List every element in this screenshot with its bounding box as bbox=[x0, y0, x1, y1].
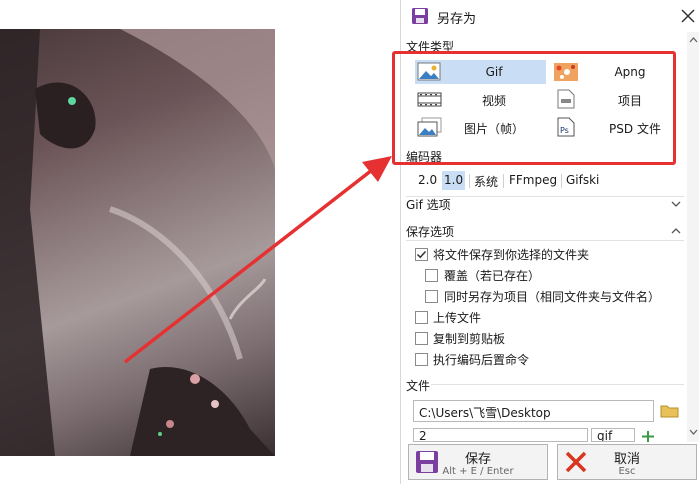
close-icon[interactable] bbox=[677, 5, 699, 27]
folder-icon[interactable] bbox=[660, 403, 680, 419]
post-encode-command-checkbox[interactable] bbox=[415, 353, 428, 366]
encoder-tab-2-0[interactable]: 2.0 bbox=[416, 171, 439, 190]
save-options-header[interactable]: 保存选项 bbox=[406, 223, 454, 240]
cancel-button-label: 取消 bbox=[613, 452, 640, 467]
save-to-folder-checkbox[interactable] bbox=[415, 248, 428, 261]
section-divider bbox=[431, 384, 684, 385]
save-button[interactable]: 保存 Alt + E / Enter bbox=[408, 444, 548, 480]
scroll-down-icon[interactable] bbox=[689, 428, 698, 436]
post-encode-command-label: 执行编码后置命令 bbox=[433, 353, 530, 367]
save-as-project-label: 同时另存为项目（相同文件夹与文件名） bbox=[444, 290, 661, 304]
overwrite-label: 覆盖（若已存在） bbox=[444, 269, 541, 283]
chevron-down-icon[interactable] bbox=[671, 200, 681, 208]
extension-select[interactable]: gif bbox=[591, 428, 635, 442]
upload-label: 上传文件 bbox=[433, 311, 482, 325]
encoder-separator bbox=[469, 174, 470, 188]
chevron-up-icon[interactable] bbox=[671, 227, 681, 235]
save-button-shortcut: Alt + E / Enter bbox=[442, 466, 514, 477]
encoder-separator bbox=[503, 174, 504, 188]
save-to-folder-label: 将文件保存到你选择的文件夹 bbox=[433, 248, 590, 262]
panel-title: 另存为 bbox=[437, 12, 477, 27]
section-divider bbox=[406, 240, 684, 241]
copy-clipboard-checkbox[interactable] bbox=[415, 332, 428, 345]
cancel-button-shortcut: Esc bbox=[618, 466, 636, 477]
annotation-highlight-box bbox=[392, 51, 676, 165]
canvas-area bbox=[0, 0, 400, 484]
scroll-up-icon[interactable] bbox=[689, 36, 698, 44]
cancel-button[interactable]: 取消 Esc bbox=[557, 444, 697, 480]
upload-checkbox[interactable] bbox=[415, 311, 428, 324]
copy-clipboard-label: 复制到剪贴板 bbox=[433, 332, 506, 346]
file-name-input[interactable]: 2 bbox=[413, 428, 588, 442]
encoder-tab-system[interactable]: 系统 bbox=[472, 171, 500, 190]
folder-path-input[interactable]: C:\Users\飞雪\Desktop bbox=[413, 400, 654, 422]
panel-scrollbar[interactable] bbox=[687, 32, 699, 442]
checkmark-icon bbox=[416, 250, 427, 259]
encoder-separator bbox=[561, 174, 562, 188]
gif-options-header[interactable]: Gif 选项 bbox=[406, 196, 451, 213]
save-as-project-checkbox[interactable] bbox=[425, 290, 438, 303]
encoder-tab-1-0[interactable]: 1.0 bbox=[442, 171, 466, 190]
file-header: 文件 bbox=[406, 379, 431, 393]
save-button-label: 保存 bbox=[464, 452, 491, 467]
save-disk-icon bbox=[412, 8, 428, 24]
encoder-tab-gifski[interactable]: Gifski bbox=[564, 171, 601, 190]
overwrite-checkbox[interactable] bbox=[425, 269, 438, 282]
frame-preview-image bbox=[0, 29, 275, 456]
add-icon[interactable] bbox=[641, 430, 655, 442]
panel-titlebar: 另存为 bbox=[401, 0, 699, 32]
encoder-tab-ffmpeg[interactable]: FFmpeg bbox=[507, 171, 559, 190]
